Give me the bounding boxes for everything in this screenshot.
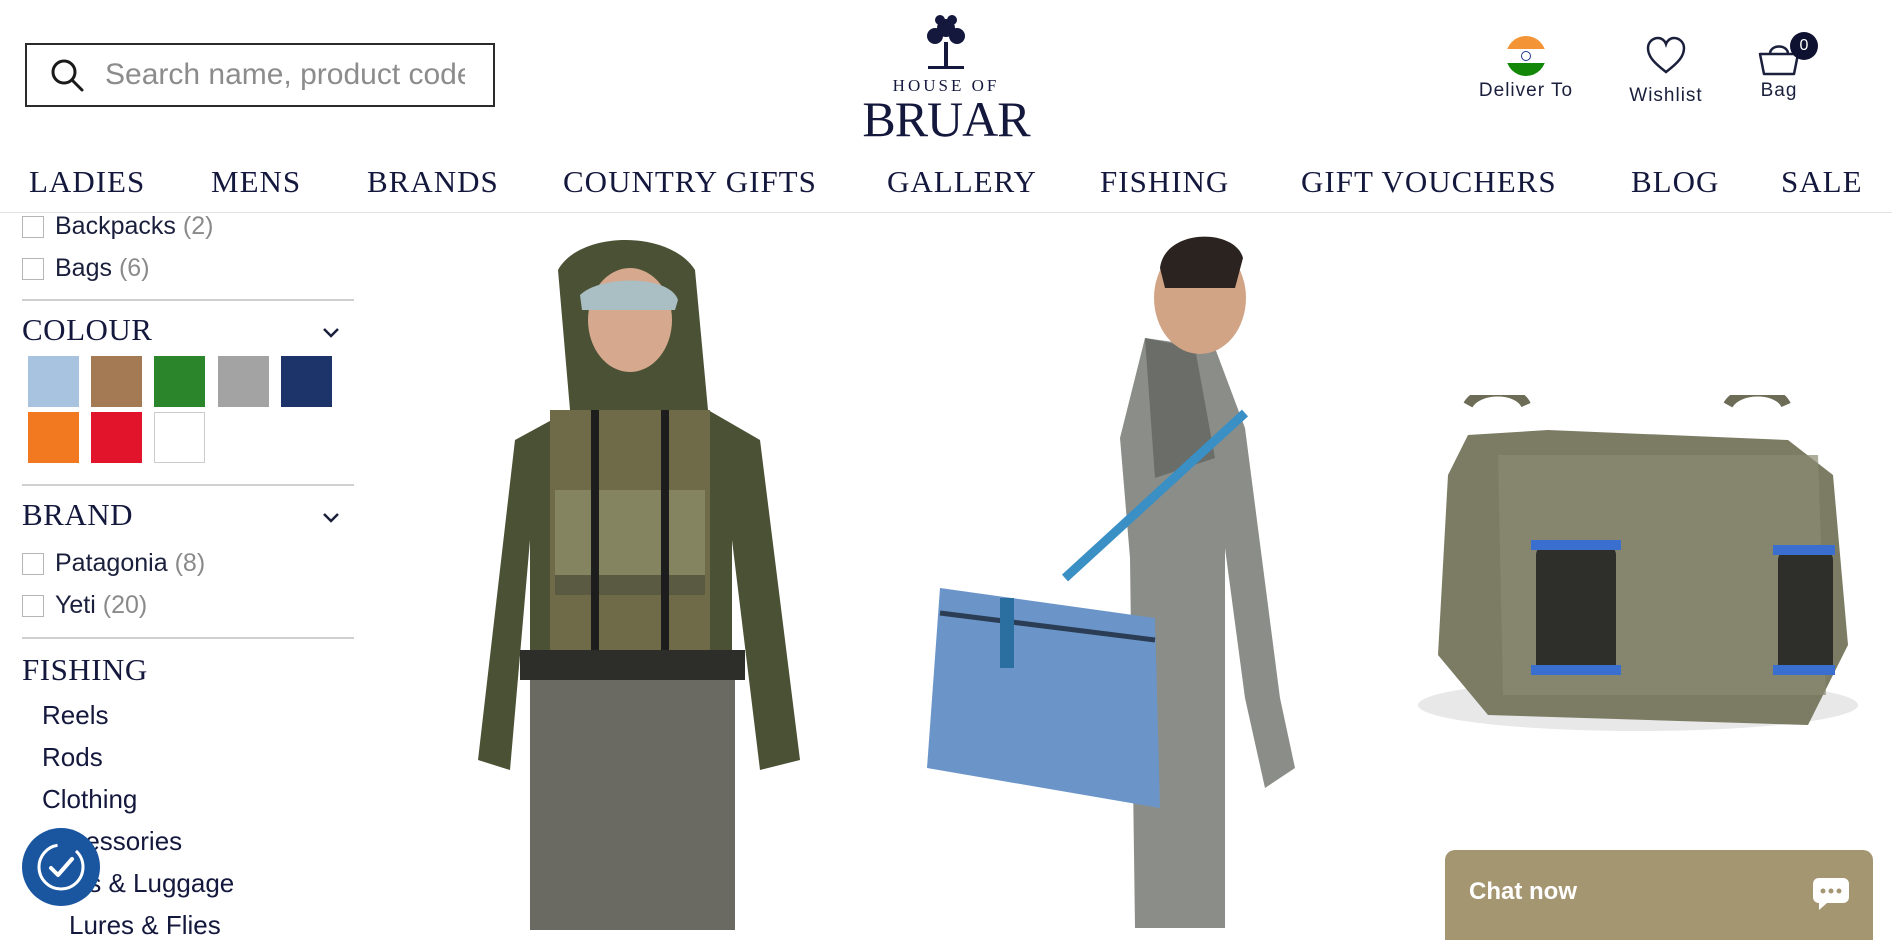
colour-swatch-grey[interactable] bbox=[218, 356, 269, 407]
product-image-hip-pack[interactable] bbox=[1408, 395, 1868, 745]
nav-country-gifts[interactable]: COUNTRY GIFTS bbox=[563, 164, 817, 200]
divider bbox=[22, 299, 354, 301]
fishing-link-rods[interactable]: Rods bbox=[42, 742, 103, 773]
wishlist-button[interactable]: Wishlist bbox=[1618, 36, 1714, 107]
deliver-to-button[interactable]: Deliver To bbox=[1474, 36, 1578, 102]
logo-bruar: BRUAR bbox=[862, 91, 1030, 147]
fishing-link-lures-flies[interactable]: Lures & Flies bbox=[69, 910, 221, 941]
site-logo[interactable]: HOUSE OF BRUAR bbox=[856, 12, 1036, 147]
fishing-link-reels[interactable]: Reels bbox=[42, 700, 108, 731]
accessibility-button[interactable] bbox=[22, 828, 100, 906]
chat-label: Chat now bbox=[1469, 878, 1577, 905]
colour-swatch-light-blue[interactable] bbox=[28, 356, 79, 407]
main-nav: LADIES MENS BRANDS COUNTRY GIFTS GALLERY… bbox=[0, 160, 1892, 213]
checkbox[interactable] bbox=[22, 215, 44, 238]
filter-bags[interactable]: Bags (6) bbox=[22, 254, 150, 283]
wishlist-label: Wishlist bbox=[1629, 85, 1703, 106]
product-image-chest-pack[interactable] bbox=[470, 240, 810, 930]
filter-label: Backpacks bbox=[55, 212, 176, 240]
bag-button[interactable]: 0 Bag bbox=[1746, 32, 1818, 102]
filter-patagonia[interactable]: Patagonia (8) bbox=[22, 549, 205, 578]
product-image-tote-bag[interactable] bbox=[915, 228, 1375, 928]
deliver-to-label: Deliver To bbox=[1478, 80, 1574, 101]
colour-swatch-navy[interactable] bbox=[281, 356, 332, 407]
checkbox[interactable] bbox=[22, 552, 44, 575]
colour-swatch-brown[interactable] bbox=[91, 356, 142, 407]
search-input[interactable] bbox=[103, 57, 467, 93]
filter-count: (6) bbox=[118, 254, 150, 282]
nav-mens[interactable]: MENS bbox=[211, 164, 301, 200]
nav-sale[interactable]: SALE bbox=[1781, 164, 1863, 200]
filter-yeti[interactable]: Yeti (20) bbox=[22, 591, 147, 620]
colour-swatch-orange[interactable] bbox=[28, 412, 79, 463]
filter-label: Bags bbox=[55, 254, 112, 282]
filter-count: (2) bbox=[182, 212, 214, 240]
divider bbox=[22, 484, 354, 486]
colour-section-title[interactable]: COLOUR bbox=[22, 312, 152, 348]
filter-label: Yeti bbox=[55, 591, 96, 619]
search-box[interactable] bbox=[25, 43, 495, 107]
colour-swatch-green[interactable] bbox=[154, 356, 205, 407]
nav-ladies[interactable]: LADIES bbox=[29, 164, 145, 200]
filter-count: (20) bbox=[102, 591, 148, 619]
fishing-link-clothing[interactable]: Clothing bbox=[42, 784, 137, 815]
heart-icon bbox=[1646, 36, 1686, 74]
fishing-section-title: FISHING bbox=[22, 652, 148, 687]
search-icon[interactable] bbox=[49, 57, 85, 93]
chevron-down-icon[interactable] bbox=[320, 506, 342, 528]
colour-swatch-red[interactable] bbox=[91, 412, 142, 463]
bag-label: Bag bbox=[1760, 80, 1798, 101]
bag-count-badge: 0 bbox=[1790, 32, 1818, 60]
filter-backpacks[interactable]: Backpacks (2) bbox=[22, 212, 213, 241]
nav-gift-vouchers[interactable]: GIFT VOUCHERS bbox=[1301, 164, 1557, 200]
accessibility-icon bbox=[37, 843, 85, 891]
india-flag-icon bbox=[1506, 36, 1546, 76]
nav-gallery[interactable]: GALLERY bbox=[887, 164, 1037, 200]
nav-blog[interactable]: BLOG bbox=[1631, 164, 1719, 200]
colour-swatch-white[interactable] bbox=[154, 412, 205, 463]
nav-brands[interactable]: BRANDS bbox=[367, 164, 499, 200]
filter-label: Patagonia bbox=[55, 549, 168, 577]
checkbox[interactable] bbox=[22, 257, 44, 280]
divider bbox=[22, 637, 354, 639]
checkbox[interactable] bbox=[22, 594, 44, 617]
chat-now-button[interactable]: Chat now bbox=[1445, 850, 1873, 940]
filter-count: (8) bbox=[174, 549, 206, 577]
chevron-down-icon[interactable] bbox=[320, 321, 342, 343]
chat-bubble-icon bbox=[1813, 878, 1849, 910]
brand-section-title[interactable]: BRAND bbox=[22, 497, 133, 533]
tree-logo-icon bbox=[927, 15, 965, 69]
nav-fishing[interactable]: FISHING bbox=[1100, 164, 1229, 200]
